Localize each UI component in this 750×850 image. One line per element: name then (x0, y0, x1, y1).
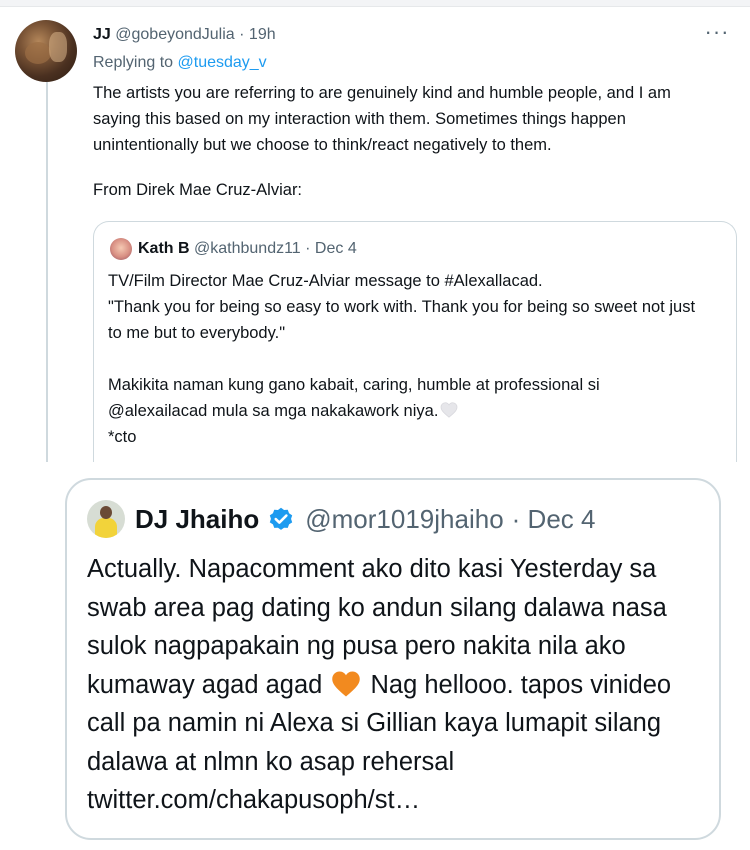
quoted-paragraph-2: Makikita naman kung gano kabait, caring,… (108, 372, 708, 424)
replying-to-line: Replying to @tuesday_v (93, 54, 267, 72)
quoted-tweet-header: Kath B @kathbundz11 · Dec 4 (138, 240, 357, 258)
author-handle[interactable]: @gobeyondJulia (115, 26, 234, 43)
embedded-tweet-header: DJ Jhaiho @mor1019jhaiho · Dec 4 (135, 504, 595, 535)
quoted-paragraph-3: *cto (108, 428, 137, 446)
author-name[interactable]: JJ (93, 26, 111, 43)
replying-to-label: Replying to (93, 54, 178, 71)
quoted-author-name: Kath B (138, 240, 190, 257)
embedded-tweet-card[interactable]: DJ Jhaiho @mor1019jhaiho · Dec 4 Actuall… (65, 478, 721, 840)
replying-to-link[interactable]: @tuesday_v (178, 54, 267, 71)
white-heart-icon (441, 402, 458, 418)
quoted-paragraph-2-text: Makikita naman kung gano kabait, caring,… (108, 376, 600, 420)
quoted-tweet-card[interactable]: Kath B @kathbundz11 · Dec 4 TV/Film Dire… (93, 221, 737, 482)
embedded-tweet-body: Actually. Napacomment ako dito kasi Yest… (87, 550, 707, 820)
thread-line (46, 82, 48, 462)
top-divider (0, 0, 750, 7)
orange-heart-icon (332, 671, 361, 696)
quoted-paragraph-1: TV/Film Director Mae Cruz-Alviar message… (108, 272, 696, 342)
dj-avatar[interactable] (87, 500, 125, 538)
embedded-author-name[interactable]: DJ Jhaiho (135, 504, 259, 535)
avatar[interactable] (15, 20, 77, 82)
quoted-tweet-date: · Dec 4 (305, 240, 357, 257)
quoted-author-handle: @kathbundz11 (194, 240, 301, 257)
embedded-author-handle[interactable]: @mor1019jhaiho (305, 504, 503, 535)
more-options-button[interactable]: ··· (700, 21, 734, 48)
tweet-time[interactable]: · 19h (239, 26, 275, 43)
tweet-body: The artists you are referring to are gen… (93, 84, 671, 154)
quoted-tweet-body: TV/Film Director Mae Cruz-Alviar message… (108, 268, 708, 450)
tweet-from-line: From Direk Mae Cruz-Alviar: (93, 181, 303, 199)
embedded-tweet-date[interactable]: · Dec 4 (512, 504, 596, 535)
tweet-header: JJ @gobeyondJulia · 19h (93, 26, 276, 44)
verified-badge-icon (270, 507, 293, 530)
quoted-avatar (110, 238, 132, 260)
